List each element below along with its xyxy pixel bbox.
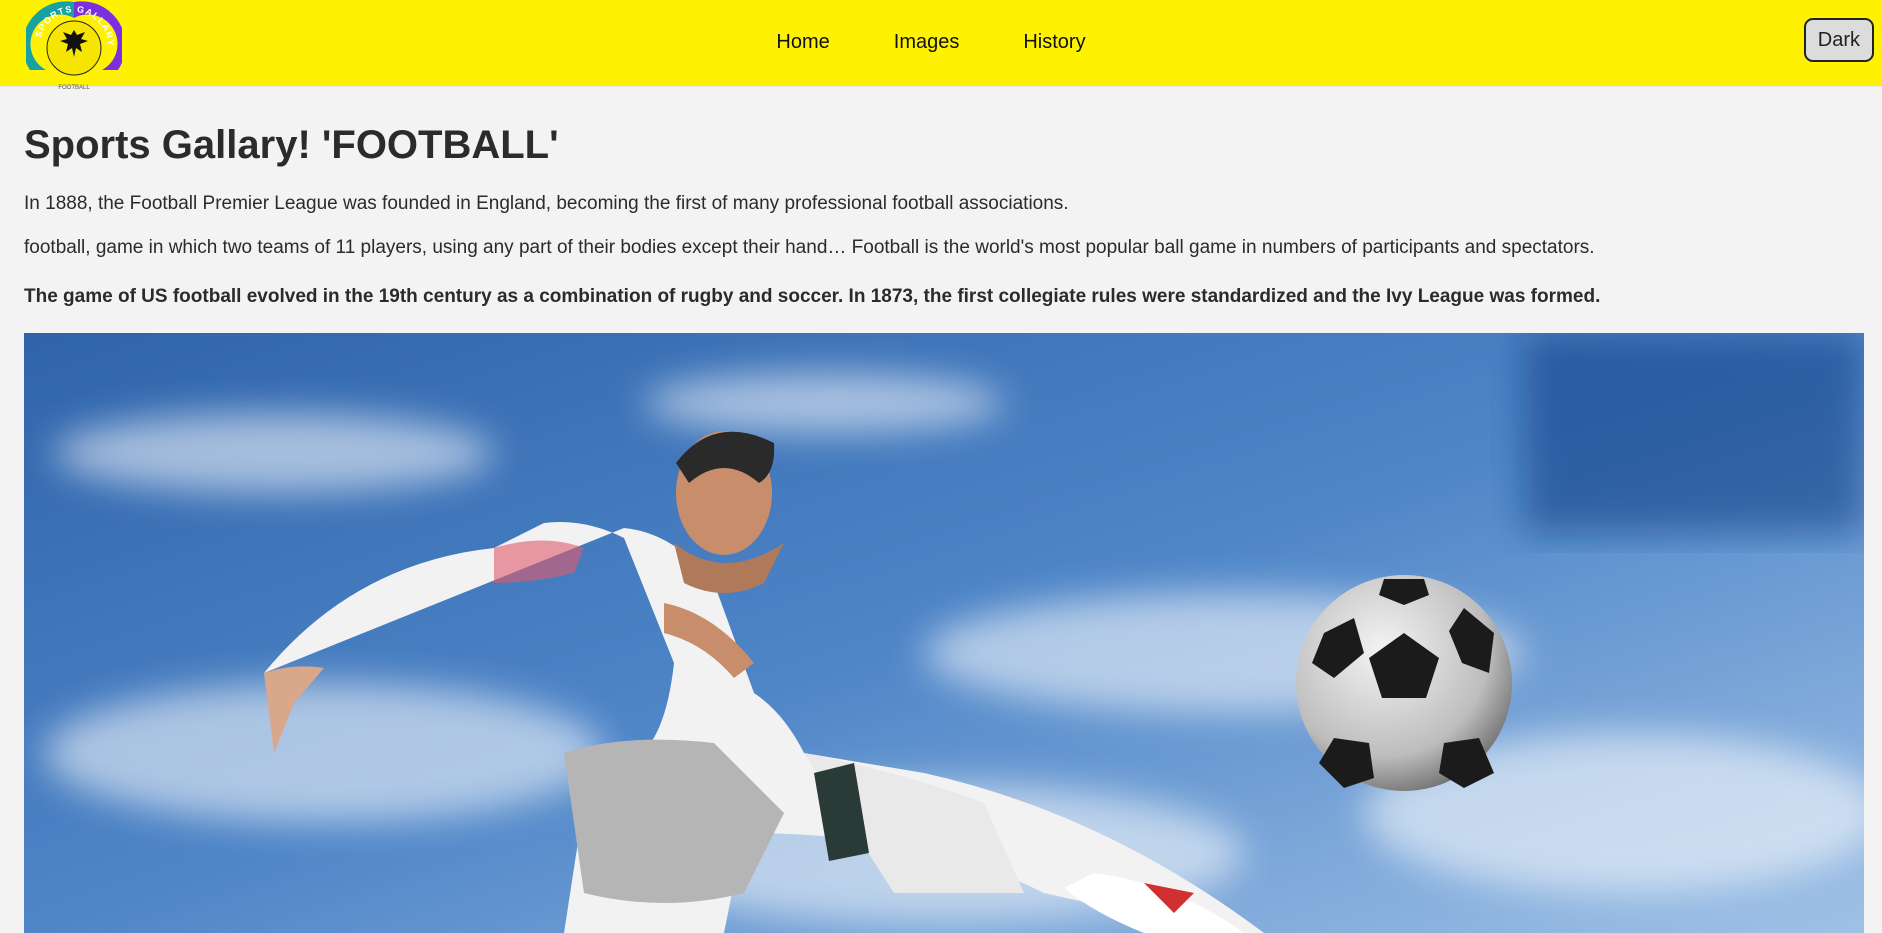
logo-subtext: FOOTBALL — [58, 85, 90, 91]
main-nav: Home Images History — [0, 31, 1882, 54]
nav-home-link[interactable]: Home — [776, 31, 829, 54]
football-ball — [1296, 575, 1512, 792]
description-paragraph: football, game in which two teams of 11 … — [24, 236, 1595, 258]
nav-history-link[interactable]: History — [1023, 31, 1085, 54]
site-header: SPORTS GALLARY FOOTBALL Home Images Hist… — [0, 0, 1882, 91]
hero-image — [24, 333, 1864, 933]
dark-mode-button[interactable]: Dark — [1803, 18, 1874, 62]
nav-images-link[interactable]: Images — [894, 31, 960, 54]
intro-paragraph: In 1888, the Football Premier League was… — [24, 193, 1069, 214]
us-football-paragraph: The game of US football evolved in the 1… — [24, 285, 1601, 307]
main-content: Sports Gallary! 'FOOTBALL' In 1888, the … — [0, 86, 1882, 933]
page-title: Sports Gallary! 'FOOTBALL' — [24, 123, 559, 167]
football-player-illustration — [24, 333, 1864, 933]
